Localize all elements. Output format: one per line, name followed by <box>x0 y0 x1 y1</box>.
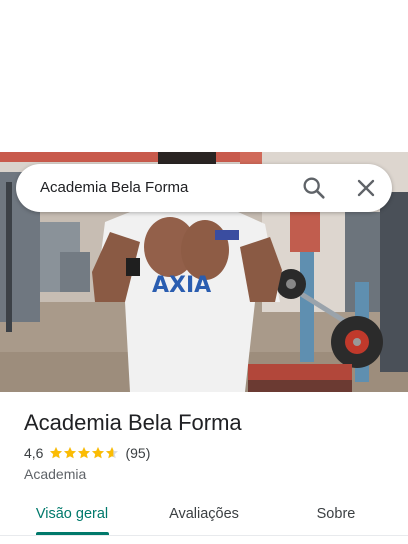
star-rating <box>49 446 119 460</box>
tab-reviews[interactable]: Avaliações <box>154 494 254 534</box>
tab-about[interactable]: Sobre <box>300 494 372 534</box>
tab-bar: Visão geral Avaliações Sobre <box>0 494 408 538</box>
search-input[interactable]: Academia Bela Forma <box>40 178 188 198</box>
place-title: Academia Bela Forma <box>24 410 242 435</box>
tabs-divider <box>0 535 408 536</box>
star-icon <box>50 447 63 459</box>
shirt-text: AXIA <box>152 273 211 298</box>
review-count[interactable]: (95) <box>125 445 150 461</box>
rating-row[interactable]: 4,6 (95) <box>24 443 150 463</box>
map-top-area <box>0 0 408 152</box>
search-bar[interactable]: Academia Bela Forma <box>16 164 392 212</box>
rating-value: 4,6 <box>24 445 44 461</box>
star-icon <box>78 447 91 459</box>
star-icon <box>106 447 119 459</box>
close-icon[interactable] <box>352 174 380 202</box>
tab-overview[interactable]: Visão geral <box>24 494 120 534</box>
star-icon <box>64 447 77 459</box>
star-icon <box>92 447 105 459</box>
place-category[interactable]: Academia <box>24 464 86 484</box>
search-icon[interactable] <box>300 174 328 202</box>
